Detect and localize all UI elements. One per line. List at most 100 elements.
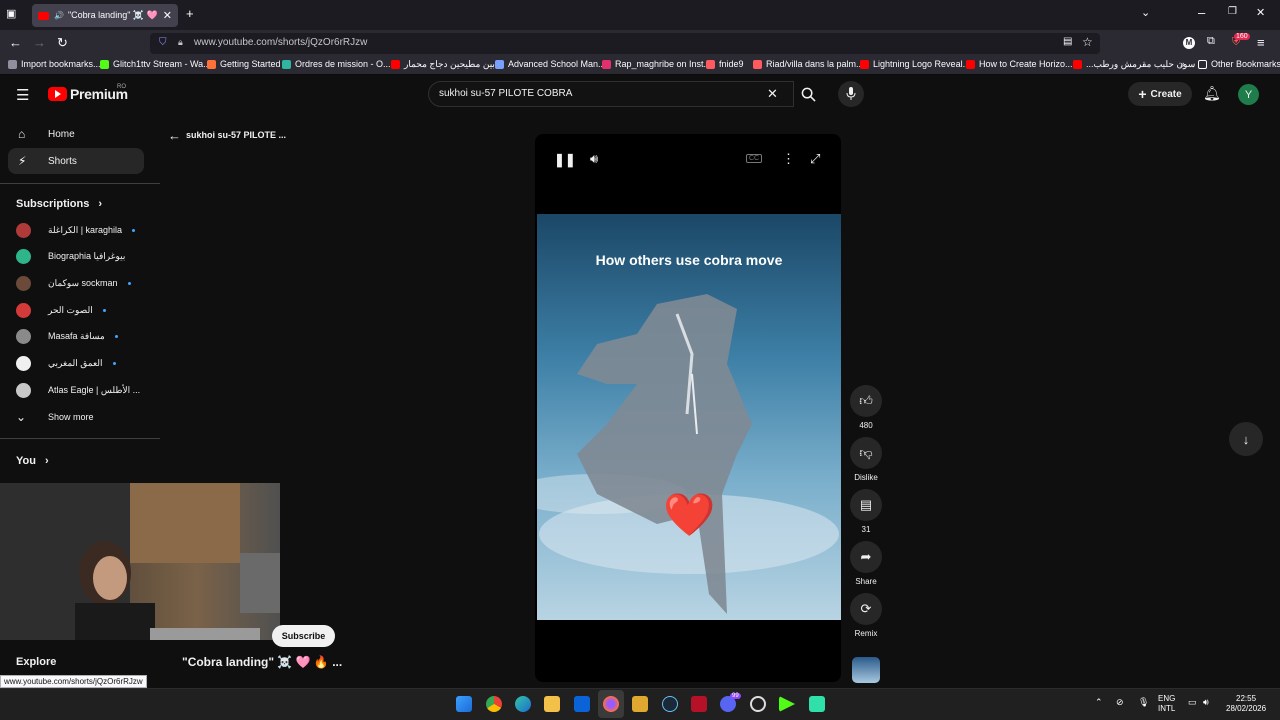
display-icon[interactable]: ▭ (1188, 697, 1197, 707)
steam-icon[interactable] (662, 696, 678, 712)
voice-search-button[interactable] (838, 81, 864, 107)
sound-thumbnail[interactable] (852, 657, 880, 683)
close-window-button[interactable]: ✕ (1256, 6, 1265, 19)
subscription-item[interactable]: سوكمان sockman (16, 273, 131, 293)
next-short-button[interactable]: ↓ (1229, 422, 1263, 456)
clock[interactable]: 22:55 28/02/2026 (1226, 694, 1266, 714)
bookmarks-overflow-icon[interactable]: » (1180, 59, 1185, 69)
chevron-down-icon[interactable]: ⌄ (1141, 6, 1150, 19)
extensions-icon[interactable]: ⧉ (1207, 35, 1215, 48)
comment-count: 31 (861, 525, 871, 534)
volume-icon[interactable]: 🔊︎ (590, 151, 598, 167)
subscription-item[interactable]: الصوت الحر (16, 300, 106, 320)
dislike-button[interactable]: 👎︎ (850, 437, 882, 469)
hamburger-menu-icon[interactable]: ☰ (16, 86, 29, 104)
bookmark-item[interactable]: Ordres de mission - O... (282, 59, 391, 69)
short-title[interactable]: "Cobra landing" ☠️ 🩷 🔥 ... (182, 655, 342, 669)
pause-icon[interactable]: ❚❚ (554, 152, 576, 168)
bookmark-item[interactable]: ...سون حليب مقرمش ورطب (1073, 59, 1195, 70)
other-bookmarks[interactable]: Other Bookmarks (1198, 59, 1280, 69)
back-arrow-icon[interactable]: ← (9, 35, 22, 50)
edge-icon[interactable] (515, 696, 531, 712)
account-icon[interactable]: M (1183, 37, 1195, 49)
captions-icon[interactable]: CC (746, 154, 763, 163)
webcam-overlay (0, 483, 280, 640)
subscription-item[interactable]: Biographia بيوغرافيا (16, 247, 125, 267)
menu-icon[interactable]: ≡ (1257, 35, 1265, 50)
file-explorer-icon[interactable] (544, 696, 560, 712)
bookmark-item[interactable]: Glitch1ttv Stream - Wa... (100, 59, 211, 69)
comments-button[interactable]: ▤ (850, 489, 882, 521)
tray-mic-icon[interactable]: 🎙︎ (1138, 697, 1149, 707)
search-button[interactable] (794, 81, 822, 107)
reader-view-icon[interactable]: ▤ (1063, 36, 1072, 47)
speaker-icon[interactable]: 🔊 (54, 11, 64, 20)
subscribe-button[interactable]: Subscribe (272, 625, 335, 647)
tab-close-icon[interactable]: ✕ (163, 9, 172, 22)
clock-date: 28/02/2026 (1226, 704, 1267, 713)
subscription-item[interactable]: Atlas Eagle | الأطلس ... (16, 380, 140, 400)
bookmark-item[interactable]: Lightning Logo Reveal... (860, 59, 970, 69)
maximize-button[interactable]: ❐ (1228, 6, 1237, 17)
sidebar-item-home[interactable]: ⌂ Home (8, 121, 144, 147)
show-more-button[interactable]: ⌄ Show more (16, 407, 94, 427)
fullscreen-icon[interactable]: ⤢ (810, 151, 820, 167)
new-tab-button[interactable]: + (186, 6, 194, 21)
chrome-icon[interactable] (486, 696, 502, 712)
logo-region: RO (117, 84, 126, 90)
channel-name: Atlas Eagle | الأطلس ... (48, 384, 141, 395)
network-icon[interactable]: ⊘ (1116, 697, 1124, 707)
bookmark-item[interactable]: بين مطيحين دجاج محمار... (391, 59, 502, 70)
volume-tray-icon[interactable]: 🔊︎ (1203, 697, 1209, 707)
notes-app-icon[interactable] (632, 696, 648, 712)
bookmark-item[interactable]: Import bookmarks... (8, 59, 101, 69)
bookmark-item[interactable]: Getting Started (207, 59, 281, 69)
firefox-icon[interactable] (603, 696, 619, 712)
bookmark-item[interactable]: How to Create Horizo... (966, 59, 1073, 69)
adobe-icon[interactable] (691, 696, 707, 712)
bookmark-label: بين مطيحين دجاج محمار... (404, 59, 502, 69)
browser-tab-active[interactable]: 🔊 "Cobra landing" ☠️ 🩷 🔥 # ✕ (32, 4, 178, 27)
subscription-item[interactable]: الكراغلة | karaghila (16, 220, 136, 240)
like-button[interactable]: 👍︎ (850, 385, 882, 417)
you-heading[interactable]: You › (16, 455, 49, 467)
notifications-bell-icon[interactable]: 🔔︎ (1203, 85, 1221, 102)
shorts-search-title: sukhoi su-57 PILOTE ... (186, 130, 287, 140)
language-indicator[interactable]: ENG INTL (1158, 694, 1175, 714)
clear-search-icon[interactable]: ✕ (767, 86, 778, 102)
person-image (0, 483, 280, 640)
more-options-icon[interactable]: ⋮ (782, 151, 795, 167)
search-input[interactable]: sukhoi su-57 PILOTE COBRA (439, 88, 572, 99)
shield-icon[interactable]: ⛉ (159, 37, 167, 48)
outlook-icon[interactable] (574, 696, 590, 712)
streaming-app-icon[interactable] (809, 696, 825, 712)
share-button[interactable]: ➦ (850, 541, 882, 573)
channel-name: العمق المغربي (48, 358, 103, 368)
star-bookmark-icon[interactable]: ☆ (1082, 35, 1093, 49)
minimize-button[interactable]: – (1198, 5, 1205, 20)
back-arrow-icon[interactable]: ← (168, 128, 181, 143)
tab-list-icon[interactable]: ▣ (6, 7, 16, 20)
avatar[interactable]: Y (1238, 84, 1259, 105)
tray-chevron-up-icon[interactable]: ⌃ (1095, 697, 1103, 707)
forward-arrow-icon[interactable]: → (33, 35, 46, 50)
subscription-item[interactable]: Masafa مسافة (16, 327, 118, 347)
sidebar-item-shorts[interactable]: ⚡︎ Shorts (8, 148, 144, 174)
url-text[interactable]: www.youtube.com/shorts/jQzOr6rRJzw (194, 37, 367, 48)
subscriptions-heading[interactable]: Subscriptions › (16, 198, 102, 210)
windows-start-icon[interactable] (456, 696, 472, 712)
remix-button[interactable]: ⟳ (850, 593, 882, 625)
bookmark-item[interactable]: Advanced School Man... (495, 59, 606, 69)
lock-icon[interactable]: 🔒︎ (178, 37, 183, 48)
remix-label: Remix (854, 629, 878, 638)
arrow-down-icon: ↓ (1242, 431, 1250, 447)
subscriptions-label: Subscriptions (16, 198, 90, 210)
video-frame[interactable] (537, 214, 841, 620)
create-button[interactable]: + Create (1128, 82, 1192, 106)
bookmark-item[interactable]: fnide9 (706, 59, 744, 69)
subscription-item[interactable]: العمق المغربي (16, 354, 116, 374)
clock-app-icon[interactable] (750, 696, 766, 712)
bookmark-item[interactable]: Rap_maghribe on Inst... (602, 59, 711, 69)
reload-icon[interactable]: ↻ (57, 35, 68, 51)
bookmark-item[interactable]: Riad/villa dans la palm... (753, 59, 864, 69)
